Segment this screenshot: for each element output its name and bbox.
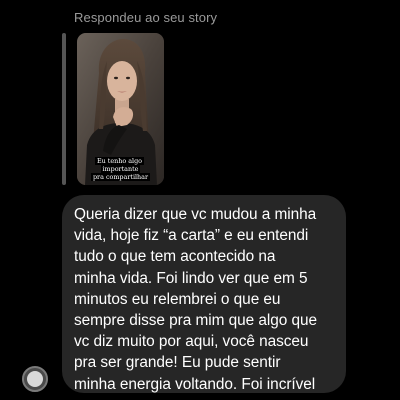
quote-bar [62,33,66,185]
avatar-icon [27,371,43,387]
message-bubble[interactable]: Queria dizer que vc mudou a minha vida, … [62,195,346,393]
message-line: vida, hoje fiz “a carta” e eu entendi [74,227,309,245]
story-caption-line-2: pra compartilhar [90,173,151,181]
story-thumbnail[interactable]: Eu tenho algo importante pra compartilha… [77,33,164,185]
message-line: pra ser grande! Eu pude sentir [74,354,281,372]
story-caption-line-1: Eu tenho algo importante [94,157,145,173]
message-line: vc diz muito por aqui, você nasceu [74,333,309,351]
message-line: minha vida. Foi lindo ver que em 5 [74,269,308,287]
message-line: sempre disse pra mim que algo que [74,312,318,330]
message-line: Queria dizer que vc mudou a minha [74,206,317,223]
message-line: minha energia voltando. Foi incrível [74,375,316,393]
sender-avatar[interactable] [22,366,48,392]
story-reply-label: Respondeu ao seu story [74,10,218,25]
message-line: minutos eu relembrei o que eu [74,290,281,308]
story-caption: Eu tenho algo importante pra compartilha… [77,157,164,181]
message-line: tudo o que tem acontecido na [74,248,276,266]
